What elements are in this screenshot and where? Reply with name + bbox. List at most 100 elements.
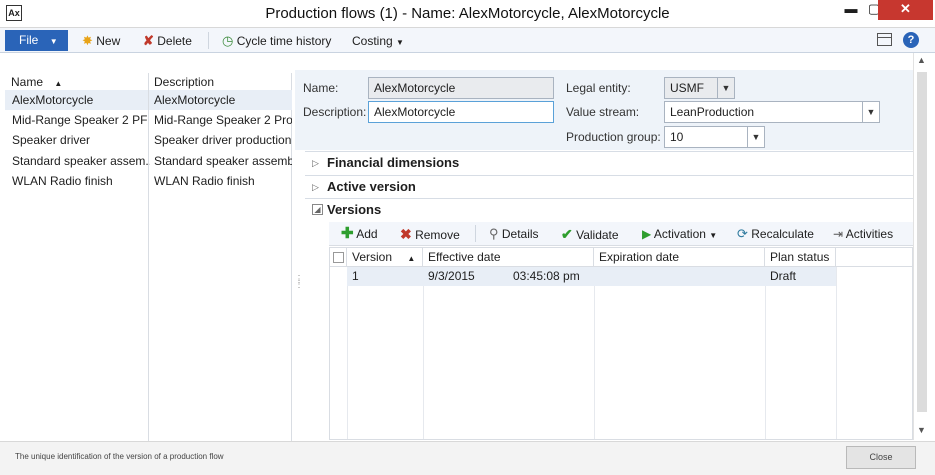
history-clock-icon: ◷ <box>222 33 234 48</box>
delete-button[interactable]: ✘ Delete <box>143 32 192 50</box>
chevron-down-icon[interactable]: ▼ <box>747 127 764 147</box>
list-item-name: Standard speaker assem... <box>12 154 150 168</box>
name-field[interactable]: AlexMotorcycle <box>368 77 554 99</box>
fasttab-versions-label: Versions <box>327 202 382 217</box>
description-label: Description: <box>303 105 367 119</box>
grid-header-plan-status[interactable]: Plan status <box>765 248 836 267</box>
grid-header-version-label: Version <box>352 250 393 264</box>
versions-grid: Version ▲ Effective date Expiration date… <box>329 247 913 440</box>
file-label: File <box>19 33 39 47</box>
window-title: Production flows (1) - Name: AlexMotorcy… <box>265 5 670 22</box>
magnifier-icon: ⚲ <box>489 226 499 241</box>
list-item-description: Speaker driver production <box>154 133 292 147</box>
grid-header-expiration-date[interactable]: Expiration date <box>594 248 765 267</box>
value-stream-value: LeanProduction <box>670 105 755 119</box>
checkmark-icon: ✔ <box>561 226 573 242</box>
fasttab-versions[interactable]: ◢ Versions <box>305 198 913 221</box>
toolbar-divider <box>208 32 209 49</box>
layout-panel-icon[interactable] <box>877 33 892 46</box>
list-header-name-label: Name <box>11 75 44 89</box>
list-header-description[interactable]: Description <box>153 73 292 91</box>
delete-label: Delete <box>157 34 192 48</box>
chevron-down-icon: ▼ <box>396 38 404 47</box>
cycle-time-history-button[interactable]: ◷ Cycle time history <box>222 32 331 50</box>
add-button[interactable]: ✚ Add <box>341 225 378 243</box>
scrollbar-thumb[interactable] <box>917 72 927 412</box>
grid-column-line <box>594 267 595 439</box>
help-icon[interactable]: ? <box>903 32 919 48</box>
activation-menu-button[interactable]: ▶ Activation ▼ <box>642 225 717 243</box>
scroll-down-icon[interactable]: ▼ <box>917 425 926 435</box>
name-label: Name: <box>303 81 339 95</box>
new-button[interactable]: ✸ New <box>82 32 120 50</box>
grid-header-effective-date[interactable]: Effective date <box>423 248 594 267</box>
details-label: Details <box>501 227 539 241</box>
production-group-field[interactable]: 10 ▼ <box>664 126 765 148</box>
effective-date-cell: 9/3/2015 <box>428 269 475 283</box>
close-button[interactable]: Close <box>846 446 916 469</box>
plus-icon: ✚ <box>341 225 354 242</box>
select-all-checkbox[interactable] <box>333 252 344 263</box>
value-stream-label: Value stream: <box>566 105 640 119</box>
details-button[interactable]: ⚲ Details <box>489 225 539 243</box>
production-group-value: 10 <box>670 130 684 144</box>
legal-entity-value: USMF <box>670 81 704 95</box>
costing-menu-button[interactable]: Costing ▼ <box>352 32 404 50</box>
plan-status-cell: Draft <box>770 269 797 283</box>
costing-label: Costing <box>352 34 393 48</box>
list-item-description: AlexMotorcycle <box>154 93 236 107</box>
expiration-date-cell <box>594 267 765 286</box>
fasttab-active-version[interactable]: ▷ Active version <box>305 175 913 198</box>
recalculate-button[interactable]: ⟳ Recalculate <box>737 225 814 243</box>
status-bar: The unique identification of the version… <box>0 441 935 475</box>
list-item-name: WLAN Radio finish <box>12 174 113 188</box>
remove-button[interactable]: ✖ Remove <box>400 225 460 243</box>
cycle-time-history-label: Cycle time history <box>236 34 332 48</box>
chevron-down-icon[interactable]: ▼ <box>862 102 879 122</box>
list-item-description: Standard speaker assembly <box>154 154 292 168</box>
file-button[interactable]: File ▼ <box>5 30 68 51</box>
delete-x-icon: ✘ <box>143 33 154 48</box>
list-item-name: AlexMotorcycle <box>12 93 94 107</box>
new-label: New <box>96 34 121 48</box>
sun-new-icon: ✸ <box>82 33 93 48</box>
description-field[interactable]: AlexMotorcycle <box>368 101 554 123</box>
fasttab-financial-dimensions-label: Financial dimensions <box>327 155 460 170</box>
validate-label: Validate <box>576 228 619 242</box>
activities-button[interactable]: ⇥ Activities <box>833 225 893 243</box>
vertical-scrollbar[interactable]: ▲ ▼ <box>913 53 930 440</box>
grid-column-line <box>765 267 766 439</box>
grid-column-line <box>836 267 837 439</box>
select-all-cell <box>330 248 347 267</box>
grid-column-line <box>423 267 424 439</box>
list-column-divider <box>148 73 149 443</box>
play-arrow-icon: ▶ <box>642 227 652 241</box>
version-cell: 1 <box>352 269 359 283</box>
table-row[interactable]: 1 9/3/2015 03:45:08 pm Draft <box>347 267 836 286</box>
grid-header-version[interactable]: Version ▲ <box>347 248 423 267</box>
list-header-name[interactable]: Name ▲ <box>11 73 151 91</box>
list-item-name: Mid-Range Speaker 2 PF <box>12 113 148 127</box>
expand-triangle-icon: ▷ <box>312 158 319 168</box>
list-item-description: Mid-Range Speaker 2 Produ <box>154 113 292 127</box>
recalculate-icon: ⟳ <box>737 226 748 241</box>
fasttab-active-version-label: Active version <box>327 179 416 194</box>
production-group-label: Production group: <box>566 130 661 144</box>
action-pane: File ▼ ✸ New ✘ Delete ◷ Cycle time histo… <box>0 28 935 53</box>
grid-column-line <box>347 267 348 439</box>
validate-button[interactable]: ✔ Validate <box>561 225 619 243</box>
value-stream-field[interactable]: LeanProduction ▼ <box>664 101 880 123</box>
title-bar: Ax Production flows (1) - Name: AlexMoto… <box>0 0 935 28</box>
legal-entity-field[interactable]: USMF ▼ <box>664 77 735 99</box>
chevron-down-icon[interactable]: ▼ <box>717 78 734 98</box>
chevron-down-icon: ▼ <box>709 231 718 240</box>
scroll-up-icon[interactable]: ▲ <box>917 55 926 65</box>
activities-label: Activities <box>845 227 894 241</box>
expand-triangle-icon: ▷ <box>312 182 319 192</box>
versions-toolbar: ✚ Add ✖ Remove ⚲ Details ✔ Validate ▶ Ac… <box>329 222 913 246</box>
collapse-triangle-icon: ◢ <box>312 204 323 215</box>
fasttab-financial-dimensions[interactable]: ▷ Financial dimensions <box>305 151 913 174</box>
close-window-button[interactable]: ✕ <box>878 0 933 20</box>
splitter-grip[interactable]: ⋮ ⋮ <box>294 275 304 293</box>
grid-header-filler <box>836 248 912 267</box>
